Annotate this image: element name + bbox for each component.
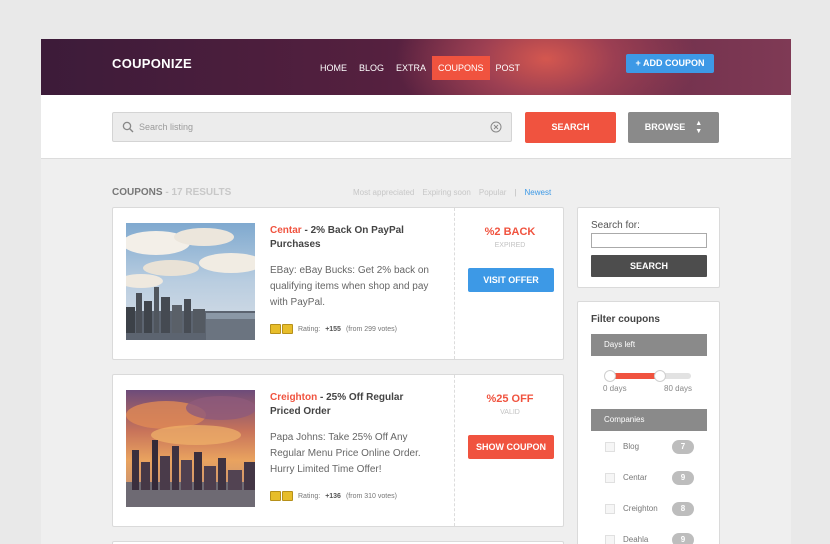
- rating-thumbs: [270, 324, 293, 334]
- nav-post[interactable]: POST: [490, 56, 527, 80]
- site-logo[interactable]: COUPONIZE: [112, 56, 192, 71]
- offer-status: VALID: [500, 409, 520, 416]
- results-label: COUPONS: [112, 187, 163, 198]
- company-count-badge: 9: [672, 533, 694, 544]
- visit-offer-button[interactable]: VISIT OFFER: [468, 268, 554, 292]
- company-name: Centar: [623, 473, 648, 482]
- days-slider-fill: [610, 373, 660, 379]
- search-icon: [122, 121, 134, 133]
- coupon-title[interactable]: Centar - 2% Back On PayPal Purchases: [270, 224, 430, 252]
- company-checkbox[interactable]: [605, 535, 615, 544]
- coupon-brand: Centar: [270, 225, 302, 236]
- sidebar-search-button[interactable]: SEARCH: [591, 255, 707, 277]
- sidebar-search-input[interactable]: [591, 233, 707, 248]
- offer-value: %2 BACK: [484, 226, 536, 238]
- company-item-centar[interactable]: Centar 9: [603, 471, 695, 485]
- page-frame: COUPONIZE HOME BLOG EXTRA COUPONS POST +…: [41, 39, 791, 544]
- coupon-image-city-skyline[interactable]: [126, 223, 255, 340]
- thumbs-down-icon[interactable]: [282, 491, 293, 501]
- search-bar: SEARCH BROWSE ▲▼: [41, 95, 791, 159]
- thumbs-down-icon[interactable]: [282, 324, 293, 334]
- sort-options: Most appreciated Expiring soon Popular |…: [353, 188, 551, 197]
- rating-value: +136: [325, 492, 341, 500]
- rating-label: Rating:: [298, 492, 321, 500]
- company-name: Deahla: [623, 535, 649, 544]
- sort-expiring-soon[interactable]: Expiring soon: [422, 188, 470, 197]
- coupon-card: Creighton - 25% Off Regular Priced Order…: [112, 374, 564, 527]
- coupon-description: Papa Johns: Take 25% Off Any Regular Men…: [270, 432, 421, 475]
- rating-votes: (from 310 votes): [345, 492, 397, 500]
- nav-home[interactable]: HOME: [314, 56, 353, 80]
- nav-coupons[interactable]: COUPONS: [432, 56, 490, 80]
- company-checkbox[interactable]: [605, 473, 615, 483]
- slider-handle-max[interactable]: [654, 370, 666, 382]
- slider-max-label: 80 days: [664, 384, 693, 393]
- browse-button[interactable]: BROWSE ▲ ▼: [628, 112, 719, 143]
- nav-extra[interactable]: EXTRA: [390, 56, 432, 80]
- thumbs-up-icon[interactable]: [270, 491, 281, 501]
- slider-min-label: 0 days: [603, 384, 627, 393]
- sort-separator: |: [514, 188, 517, 197]
- sort-most-appreciated[interactable]: Most appreciated: [353, 188, 414, 197]
- filter-coupons-widget: Filter coupons Days left 0 days 80 days …: [577, 301, 720, 544]
- search-field[interactable]: [112, 112, 512, 142]
- company-checkbox[interactable]: [605, 442, 615, 452]
- browse-label: BROWSE: [644, 122, 686, 132]
- coupon-rating: Rating: +155 (from 299 votes): [270, 324, 397, 334]
- rating-value: +155: [325, 325, 341, 333]
- clear-icon[interactable]: [490, 121, 502, 133]
- company-count-badge: 7: [672, 440, 694, 454]
- show-coupon-button[interactable]: SHOW COUPON: [468, 435, 554, 459]
- company-count-badge: 9: [672, 471, 694, 485]
- coupon-description: EBay: eBay Bucks: Get 2% back on qualify…: [270, 265, 429, 308]
- company-item-creighton[interactable]: Creighton 8: [603, 502, 695, 516]
- site-header: COUPONIZE HOME BLOG EXTRA COUPONS POST +…: [41, 39, 791, 95]
- results-count: - 17 RESULTS: [162, 187, 232, 198]
- companies-header[interactable]: Companies: [591, 409, 707, 431]
- rating-label: Rating:: [298, 325, 321, 333]
- filter-title: Filter coupons: [591, 314, 660, 325]
- company-count-badge: 8: [672, 502, 694, 516]
- add-coupon-button[interactable]: + ADD COUPON: [626, 54, 714, 73]
- sort-newest[interactable]: Newest: [525, 188, 552, 197]
- company-item-deahla[interactable]: Deahla 9: [603, 533, 695, 544]
- coupon-rating: Rating: +136 (from 310 votes): [270, 491, 397, 501]
- sort-popular[interactable]: Popular: [479, 188, 507, 197]
- results-heading: COUPONS - 17 RESULTS: [112, 187, 231, 198]
- updown-caret-icon: ▲ ▼: [695, 119, 703, 135]
- sidebar-search-widget: Search for: SEARCH: [577, 207, 720, 288]
- main-nav: HOME BLOG EXTRA COUPONS POST: [314, 56, 526, 80]
- coupon-image-city-sunset[interactable]: [126, 390, 255, 507]
- coupon-brand: Creighton: [270, 392, 318, 403]
- company-checkbox[interactable]: [605, 504, 615, 514]
- company-item-blog[interactable]: Blog 7: [603, 440, 695, 454]
- company-name: Blog: [623, 442, 640, 451]
- coupon-card: Centar - 2% Back On PayPal Purchases EBa…: [112, 207, 564, 360]
- offer-status: EXPIRED: [494, 242, 526, 249]
- rating-votes: (from 299 votes): [345, 325, 397, 333]
- coupon-title[interactable]: Creighton - 25% Off Regular Priced Order: [270, 391, 430, 419]
- thumbs-up-icon[interactable]: [270, 324, 281, 334]
- search-input[interactable]: [139, 113, 479, 141]
- search-for-label: Search for:: [591, 220, 640, 231]
- slider-handle-min[interactable]: [604, 370, 616, 382]
- search-button[interactable]: SEARCH: [525, 112, 616, 143]
- nav-blog[interactable]: BLOG: [353, 56, 390, 80]
- offer-value: %25 OFF: [486, 393, 534, 405]
- rating-thumbs: [270, 491, 293, 501]
- company-name: Creighton: [623, 504, 658, 513]
- days-left-header[interactable]: Days left: [591, 334, 707, 356]
